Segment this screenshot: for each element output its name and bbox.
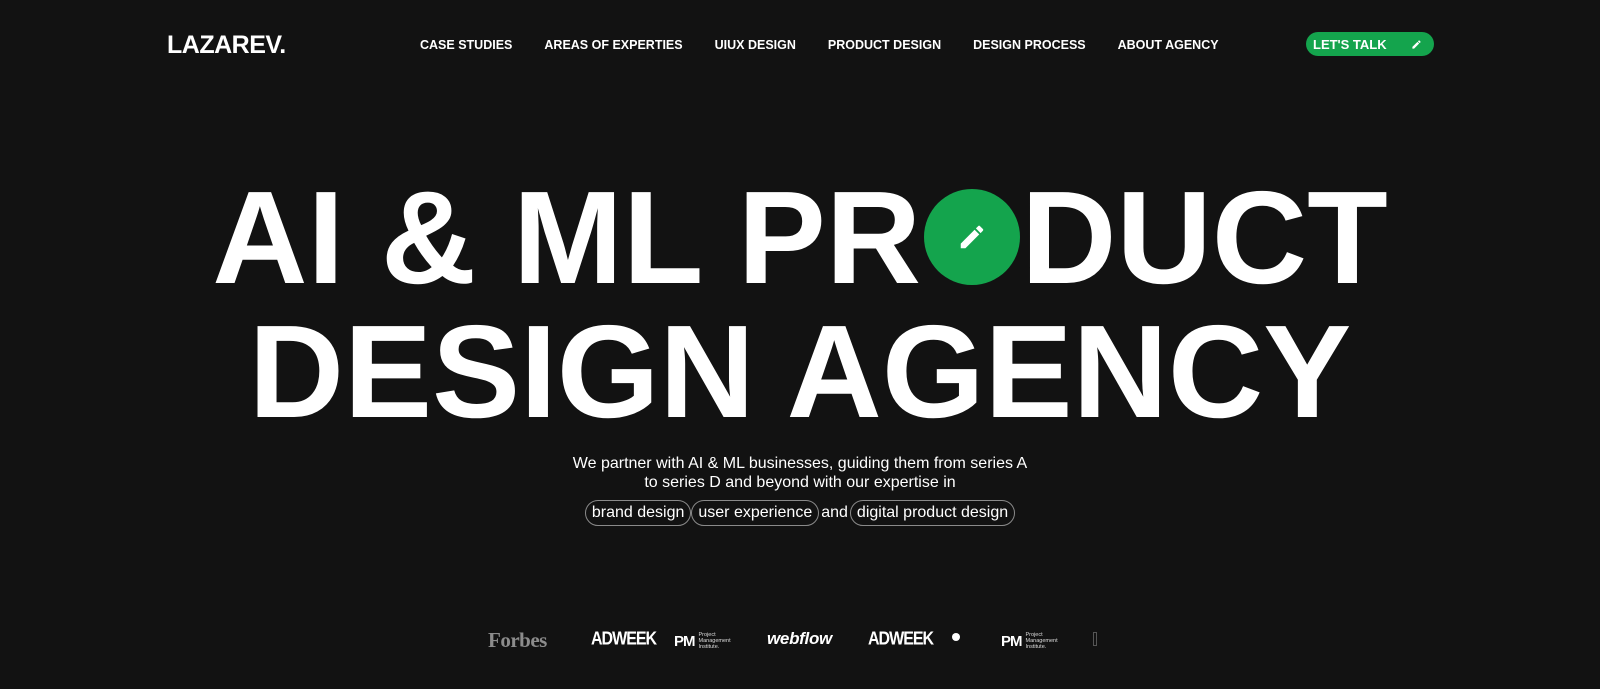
- pmi-text: Project Management Institute.: [699, 632, 731, 650]
- headline-text-part1: AI & ML PR: [212, 164, 922, 311]
- site-logo[interactable]: LAZAREV.: [167, 31, 286, 60]
- expertise-pills: brand design user experience and digital…: [0, 500, 1600, 526]
- pencil-icon: [1411, 39, 1422, 50]
- adweek-logo: ADWEEK: [591, 629, 657, 650]
- pill-brand-design[interactable]: brand design: [584, 500, 692, 526]
- page: LAZAREV. CASE STUDIES AREAS OF EXPERTIES…: [0, 0, 1600, 689]
- pill-user-experience[interactable]: user experience: [691, 500, 820, 526]
- pmi-logo: PM Project Management Institute.: [674, 632, 731, 650]
- pmi-mark: PM: [674, 632, 695, 650]
- nav-uiux-design[interactable]: UIUX DESIGN: [715, 38, 796, 52]
- pencil-icon: [960, 225, 984, 249]
- nav-areas-of-experties[interactable]: AREAS OF EXPERTIES: [544, 38, 682, 52]
- headline-text-part2: DUCT: [1021, 164, 1388, 311]
- subtitle-line2: to series D and beyond with our expertis…: [644, 474, 956, 491]
- forbes-logo: Forbes: [488, 628, 547, 652]
- pill-digital-product-design[interactable]: digital product design: [849, 500, 1016, 526]
- webflow-logo: webflow: [767, 629, 832, 648]
- subtitle-line1: We partner with AI & ML businesses, guid…: [572, 455, 1028, 472]
- lets-talk-button[interactable]: LET'S TALK: [1306, 32, 1434, 56]
- faded-partner-logo: [1093, 632, 1097, 646]
- award-mark-logo: [949, 633, 963, 643]
- hero-subtitle: We partner with AI & ML businesses, guid…: [0, 454, 1600, 492]
- nav-about-agency[interactable]: ABOUT AGENCY: [1118, 38, 1219, 52]
- nav-case-studies[interactable]: CASE STUDIES: [420, 38, 512, 52]
- pmi-text: Project Management Institute.: [1026, 632, 1058, 650]
- main-nav: CASE STUDIES AREAS OF EXPERTIES UIUX DES…: [420, 38, 1251, 52]
- hero-headline-line1: AI & ML PR DUCT: [0, 172, 1600, 304]
- nav-product-design[interactable]: PRODUCT DESIGN: [828, 38, 941, 52]
- headline-o-circle[interactable]: [924, 189, 1021, 285]
- pmi-logo: PM Project Management Institute.: [1001, 632, 1058, 650]
- pmi-text-line: Institute.: [1025, 644, 1047, 650]
- nav-design-process[interactable]: DESIGN PROCESS: [973, 38, 1086, 52]
- adweek-logo: ADWEEK: [868, 629, 934, 650]
- pmi-text-line: Institute.: [698, 644, 720, 650]
- press-logos-row: Forbes ADWEEK PM Project Management Inst…: [0, 628, 1600, 654]
- pmi-mark: PM: [1001, 632, 1022, 650]
- pill-connector: and: [821, 504, 848, 521]
- lets-talk-label: LET'S TALK: [1313, 36, 1387, 52]
- hero-headline-line2: DESIGN AGENCY: [248, 298, 1352, 445]
